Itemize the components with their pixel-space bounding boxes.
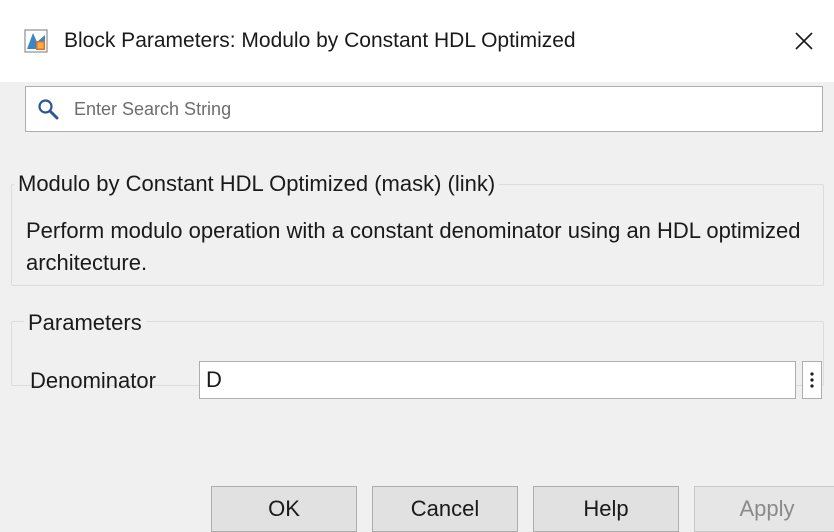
title-bar: Block Parameters: Modulo by Constant HDL… [0, 0, 834, 82]
block-parameters-dialog: Block Parameters: Modulo by Constant HDL… [0, 0, 834, 532]
ok-button[interactable]: OK [211, 486, 357, 532]
denominator-field[interactable] [199, 361, 796, 399]
parameters-group-title: Parameters [24, 309, 146, 337]
vertical-ellipsis-icon [810, 372, 814, 388]
help-button[interactable]: Help [533, 486, 679, 532]
close-icon [795, 32, 813, 50]
apply-button[interactable]: Apply [694, 486, 834, 532]
cancel-button[interactable]: Cancel [372, 486, 518, 532]
search-input[interactable] [74, 93, 814, 125]
denominator-label: Denominator [30, 368, 156, 393]
window-title: Block Parameters: Modulo by Constant HDL… [64, 29, 576, 52]
simulink-block-icon [24, 29, 48, 53]
block-description: Perform modulo operation with a constant… [26, 218, 801, 275]
search-icon [37, 98, 59, 120]
denominator-more-button[interactable] [802, 361, 822, 399]
search-box[interactable] [25, 86, 823, 132]
description-group-title: Modulo by Constant HDL Optimized (mask) … [14, 170, 500, 198]
close-button[interactable] [788, 25, 820, 57]
